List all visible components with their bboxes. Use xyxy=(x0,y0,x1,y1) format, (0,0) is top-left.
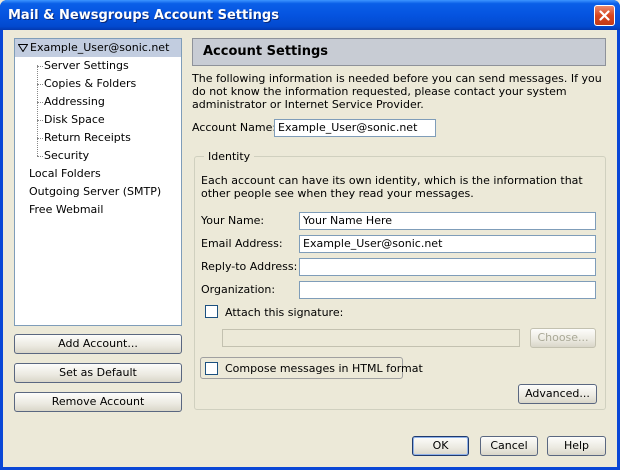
compose-html-checkbox[interactable] xyxy=(205,362,218,375)
compose-html-label: Compose messages in HTML format xyxy=(225,362,423,375)
set-as-default-button[interactable]: Set as Default xyxy=(14,363,182,383)
window-title: Mail & Newsgroups Account Settings xyxy=(8,8,279,23)
tree-item-free-webmail[interactable]: Free Webmail xyxy=(29,201,103,219)
tree-item-security[interactable]: Security xyxy=(37,147,89,165)
dialog-content: Example_User@sonic.net Server Settings C… xyxy=(3,30,617,467)
tree-item-copies-folders[interactable]: Copies & Folders xyxy=(37,75,136,93)
tree-item-label: Free Webmail xyxy=(29,203,104,216)
account-name-input[interactable]: Example_User@sonic.net xyxy=(274,119,436,137)
tree-item-return-receipts[interactable]: Return Receipts xyxy=(37,129,131,147)
choose-signature-button[interactable]: Choose... xyxy=(530,328,596,348)
tree-item-label: Server Settings xyxy=(44,59,129,72)
tree-item-label: Copies & Folders xyxy=(44,77,137,90)
tree-item-label: Outgoing Server (SMTP) xyxy=(29,185,162,198)
expanded-arrow-icon xyxy=(17,44,29,53)
organization-label: Organization: xyxy=(201,283,276,296)
tree-item-account[interactable]: Example_User@sonic.net xyxy=(15,39,181,57)
signature-path-input[interactable] xyxy=(222,329,520,347)
tree-item-disk-space[interactable]: Disk Space xyxy=(37,111,105,129)
reply-to-input[interactable] xyxy=(299,258,596,276)
tree-item-server-settings[interactable]: Server Settings xyxy=(37,57,129,75)
advanced-button[interactable]: Advanced... xyxy=(518,384,597,404)
tree-item-label: Security xyxy=(44,149,90,162)
identity-description: Each account can have its own identity, … xyxy=(201,174,583,200)
close-icon xyxy=(599,10,610,21)
panel-title: Account Settings xyxy=(192,38,606,66)
attach-signature-label: Attach this signature: xyxy=(225,306,344,319)
tree-item-label: Return Receipts xyxy=(44,131,131,144)
tree-item-addressing[interactable]: Addressing xyxy=(37,93,105,111)
ok-button[interactable]: OK xyxy=(412,436,469,456)
remove-account-button[interactable]: Remove Account xyxy=(14,392,182,412)
cancel-button[interactable]: Cancel xyxy=(480,436,538,456)
add-account-button[interactable]: Add Account... xyxy=(14,334,182,354)
help-button[interactable]: Help xyxy=(547,436,606,456)
intro-text: The following information is needed befo… xyxy=(192,72,602,111)
tree-item-local-folders[interactable]: Local Folders xyxy=(29,165,101,183)
close-button[interactable] xyxy=(594,5,615,26)
email-address-input[interactable]: Example_User@sonic.net xyxy=(299,235,596,253)
tree-item-label: Local Folders xyxy=(29,167,101,180)
identity-group-title: Identity xyxy=(204,150,255,163)
reply-to-label: Reply-to Address: xyxy=(201,260,298,273)
account-name-label: Account Name: xyxy=(192,121,277,134)
tree-item-label: Disk Space xyxy=(44,113,105,126)
your-name-input[interactable]: Your Name Here xyxy=(299,212,596,230)
title-bar[interactable]: Mail & Newsgroups Account Settings xyxy=(0,0,620,30)
tree-item-label: Addressing xyxy=(44,95,105,108)
attach-signature-checkbox[interactable] xyxy=(205,305,218,318)
dialog-window: Mail & Newsgroups Account Settings Examp… xyxy=(0,0,620,470)
tree-item-outgoing-server[interactable]: Outgoing Server (SMTP) xyxy=(29,183,161,201)
tree-item-label: Example_User@sonic.net xyxy=(30,41,170,54)
account-tree[interactable]: Example_User@sonic.net Server Settings C… xyxy=(14,38,182,326)
your-name-label: Your Name: xyxy=(201,214,265,227)
organization-input[interactable] xyxy=(299,281,596,299)
email-address-label: Email Address: xyxy=(201,237,283,250)
